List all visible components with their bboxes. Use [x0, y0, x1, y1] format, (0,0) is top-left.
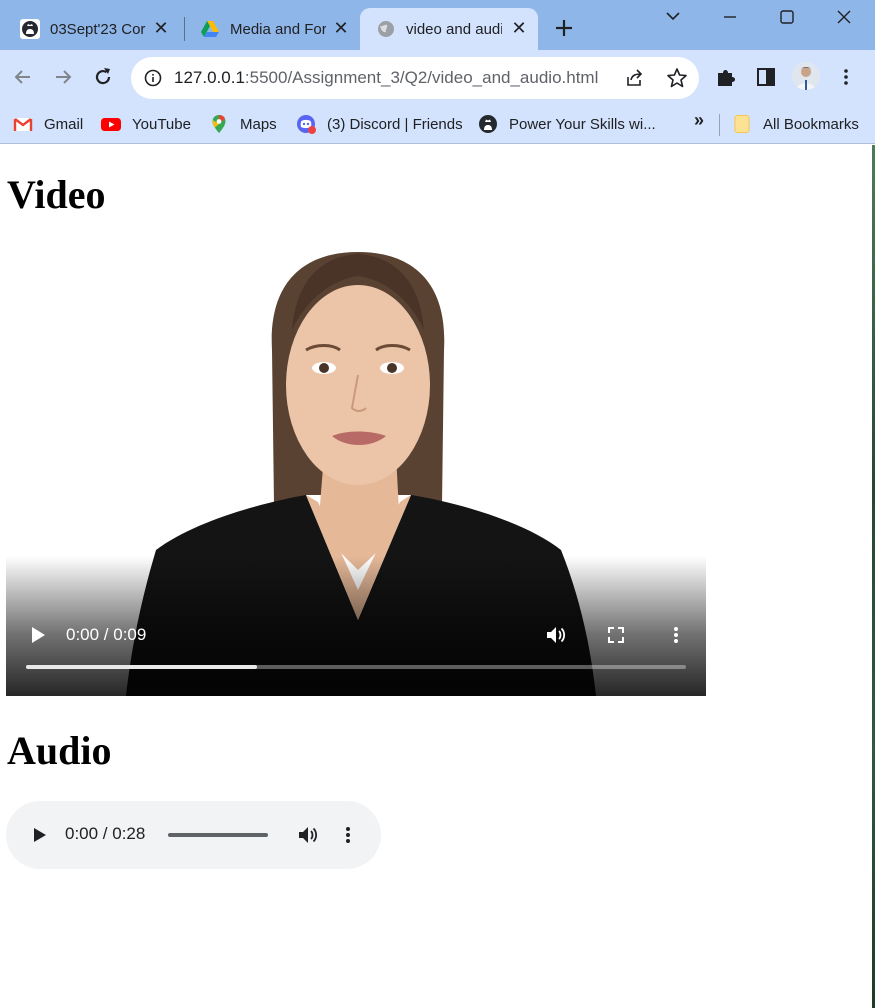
tab-title: 03Sept'23 Core [50, 20, 146, 38]
bookmark-label: (3) Discord | Friends [327, 115, 463, 133]
tab-video-and-audio[interactable]: video and audio ✕ [360, 8, 538, 50]
maps-icon [212, 115, 226, 133]
site-info-icon[interactable] [144, 69, 162, 87]
browser-title-bar: 03Sept'23 Core ✕ Media and Forms ✕ video… [0, 0, 875, 50]
close-icon[interactable]: ✕ [152, 19, 170, 37]
tab-search-chevron-down-icon[interactable] [662, 5, 684, 27]
url-host: 127.0.0.1 [174, 68, 245, 87]
extensions-puzzle-icon[interactable] [715, 66, 737, 88]
bookmark-youtube[interactable]: YouTube [101, 112, 191, 136]
bookmark-gmail[interactable]: Gmail [13, 112, 83, 136]
more-options-icon[interactable] [337, 824, 359, 846]
audio-player[interactable]: 0:00 / 0:28 [6, 801, 381, 869]
address-bar[interactable]: 127.0.0.1:5500/Assignment_3/Q2/video_and… [131, 57, 699, 99]
window-close-icon[interactable] [833, 6, 855, 28]
more-options-icon[interactable] [666, 625, 686, 645]
discord-icon [297, 115, 316, 134]
video-player[interactable]: 0:00 / 0:09 [6, 240, 706, 696]
bookmark-label: Gmail [44, 115, 84, 133]
tab-title: video and audio [406, 20, 502, 38]
browser-toolbar: 127.0.0.1:5500/Assignment_3/Q2/video_and… [0, 50, 875, 104]
audio-time-display: 0:00 / 0:28 [65, 824, 146, 843]
all-bookmarks-folder[interactable]: All Bookmarks [732, 112, 859, 136]
tab-media-and-forms[interactable]: Media and Forms ✕ [180, 8, 360, 50]
tab-title: Media and Forms [230, 20, 326, 38]
back-arrow-icon[interactable] [11, 65, 35, 89]
volume-icon[interactable] [297, 824, 319, 846]
bookmark-label: All Bookmarks [763, 115, 859, 133]
bookmark-discord[interactable]: (3) Discord | Friends [296, 112, 463, 136]
forward-arrow-icon[interactable] [51, 65, 75, 89]
play-icon[interactable] [28, 824, 50, 846]
share-icon[interactable] [625, 68, 645, 88]
audio-heading: Audio [7, 728, 112, 773]
url-path: :5500/Assignment_3/Q2/video_and_audio.ht… [244, 68, 599, 87]
side-panel-icon[interactable] [755, 66, 777, 88]
volume-icon[interactable] [546, 625, 566, 645]
bookmark-label: Maps [240, 115, 277, 133]
bookmark-star-icon[interactable] [666, 67, 688, 89]
profile-photo [792, 62, 820, 90]
gmail-icon [13, 118, 33, 131]
bookmark-label: Power Your Skills wi... [509, 115, 656, 133]
audio-seek-bar[interactable] [168, 833, 268, 837]
reload-icon[interactable] [91, 65, 115, 89]
minimize-icon[interactable] [719, 6, 741, 28]
youtube-icon [101, 118, 121, 131]
close-icon[interactable]: ✕ [332, 19, 350, 37]
profile-avatar[interactable] [792, 62, 820, 90]
bookmark-maps[interactable]: Maps [209, 112, 277, 136]
fullscreen-icon[interactable] [606, 625, 626, 645]
video-heading: Video [7, 172, 106, 217]
url-text[interactable]: 127.0.0.1:5500/Assignment_3/Q2/video_and… [174, 68, 598, 88]
bookmarks-overflow-chevron[interactable]: » [694, 110, 704, 131]
tab-03sept-core[interactable]: 03Sept'23 Core ✕ [0, 8, 180, 50]
more-vert-menu-icon[interactable] [835, 66, 857, 88]
new-tab-plus-icon[interactable] [553, 17, 575, 39]
google-drive-icon [201, 21, 219, 37]
video-time-display: 0:00 / 0:09 [66, 625, 147, 644]
folder-icon [734, 115, 750, 133]
video-buffered-fill [26, 665, 257, 669]
bookmarks-divider [719, 114, 720, 136]
bookmarks-bar: Gmail YouTube Maps (3) Discord | Friends [0, 104, 875, 144]
close-icon[interactable]: ✕ [510, 19, 528, 37]
bookmark-power-your-skills[interactable]: Power Your Skills wi... [478, 112, 656, 136]
maximize-icon[interactable] [776, 6, 798, 28]
bookmark-label: YouTube [132, 115, 191, 133]
video-seek-bar[interactable] [26, 665, 686, 669]
play-icon[interactable] [28, 625, 48, 645]
github-icon [20, 19, 40, 39]
github-icon [479, 115, 497, 133]
globe-icon [378, 21, 394, 37]
